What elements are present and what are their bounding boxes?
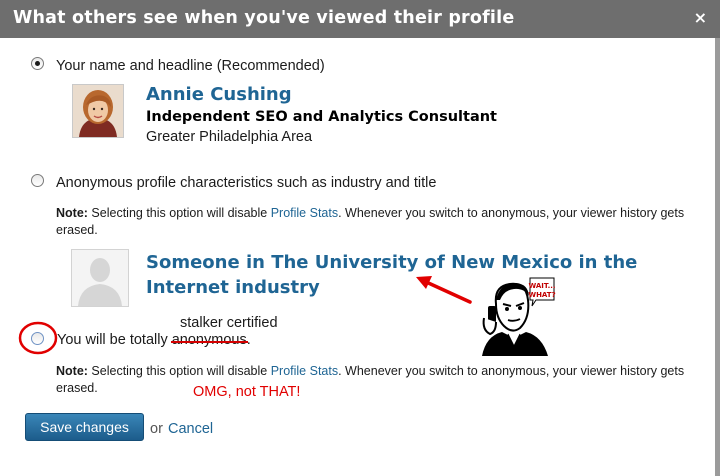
profile-location: Greater Philadelphia Area [146,129,313,145]
profile-headline: Independent SEO and Analytics Consultant [146,109,497,125]
bubble-text-line2: WHAT? [528,291,555,299]
omg-annotation: OMG, not THAT! [193,384,301,400]
struck-anonymous-word: anonymous [171,332,247,348]
anonymous-avatar [71,249,129,307]
option3-label-end: . [246,332,251,348]
close-icon[interactable]: × [694,8,707,27]
dialog-edge [715,38,720,476]
save-changes-button[interactable]: Save changes [25,413,144,441]
option-name-headline-label: Your name and headline (Recommended) [56,58,325,74]
note-text: Selecting this option will disable [87,206,271,220]
dialog-title-bar: What others see when you've viewed their… [0,0,720,38]
note-prefix: Note: [56,364,88,378]
bubble-text-line1: WAIT... [528,282,555,290]
cancel-link[interactable]: Cancel [168,421,213,437]
option3-note: Note: Selecting this option will disable… [56,363,706,396]
profile-name-link[interactable]: Annie Cushing [146,84,292,105]
radio-name-and-headline[interactable] [31,57,44,70]
profile-stats-link[interactable]: Profile Stats [271,206,338,220]
wait-what-meme-image: WAIT... WHAT? [476,274,556,356]
red-arrow-annotation [416,276,472,304]
option-anonymous-characteristics-label: Anonymous profile characteristics such a… [56,175,437,191]
anonymous-preview-name: Someone in The University of New Mexico … [146,252,638,298]
or-text: or [150,421,163,437]
note-prefix: Note: [56,206,88,220]
profile-photo-avatar [72,84,124,138]
dialog-title: What others see when you've viewed their… [13,8,515,28]
option-totally-anonymous-label: You will be totally anonymous. [57,332,251,348]
profile-stats-link[interactable]: Profile Stats [271,364,338,378]
option3-label-start: You will be totally [57,332,172,348]
note-text: Selecting this option will disable [87,364,271,378]
option2-note: Note: Selecting this option will disable… [56,205,706,238]
radio-totally-anonymous[interactable] [31,332,44,345]
radio-anonymous-characteristics[interactable] [31,174,44,187]
stalker-certified-annotation: stalker certified [180,315,278,331]
